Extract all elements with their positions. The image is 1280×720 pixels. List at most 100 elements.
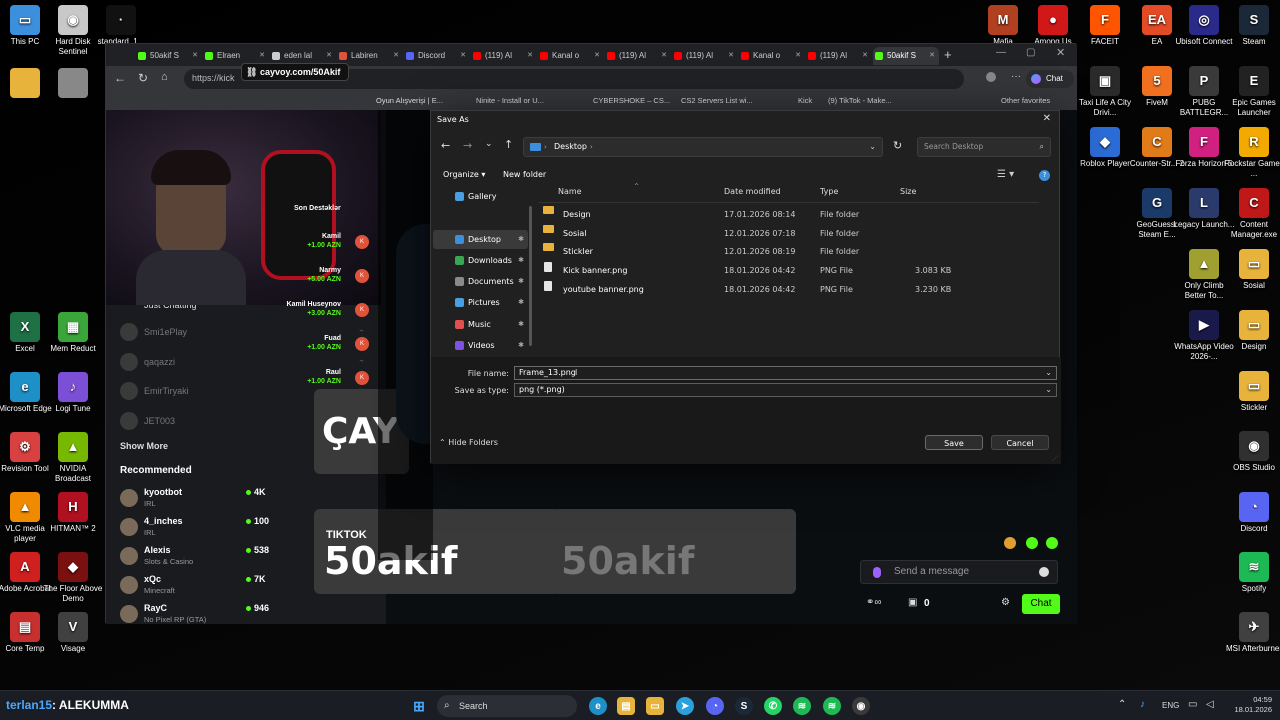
save-type-dropdown-icon[interactable]: ⌄ [1045, 384, 1052, 396]
desktop-icon[interactable]: ▭ Stickler [1223, 371, 1280, 413]
points-icon[interactable]: ▣ [908, 597, 917, 608]
desktop-icon[interactable]: ◉ OBS Studio [1223, 431, 1280, 473]
obs-taskbar-icon[interactable]: ◉ [852, 697, 870, 715]
browser-tab[interactable]: Kanal o ✕ [739, 47, 805, 65]
steam-taskbar-icon[interactable]: S [735, 697, 753, 715]
start-icon[interactable]: ⊞ [410, 697, 428, 715]
file-row[interactable]: Stickler 12.01.2026 08:19 File folder [539, 243, 1019, 261]
network-icon[interactable]: ▭ [1188, 699, 1197, 710]
desktop-icon[interactable]: V Visage [42, 612, 104, 654]
spotify-taskbar-icon[interactable]: ≋ [793, 697, 811, 715]
desktop-icon[interactable]: · standard_1... [90, 5, 152, 47]
tab-close-icon[interactable]: ✕ [192, 47, 198, 65]
file-name-dropdown-icon[interactable]: ⌄ [1045, 367, 1052, 379]
edge-taskbar-icon[interactable]: e [589, 697, 607, 715]
clock[interactable]: 04:59 18.01.2026 [1222, 695, 1272, 715]
nav-item-documents[interactable]: Documents ✱ [433, 272, 528, 291]
close-icon[interactable]: ✕ [1056, 46, 1065, 59]
bookmark-item[interactable]: CS2 Servers List wi... [681, 96, 753, 105]
recent-dropdown-icon[interactable]: ⌄ [485, 139, 493, 149]
discord-taskbar-icon[interactable]: ◔ [706, 697, 724, 715]
desktop-icon[interactable] [42, 68, 104, 100]
desktop-icon[interactable]: ≋ Spotify [1223, 552, 1280, 594]
more-icon[interactable]: ··· [1011, 71, 1021, 82]
file-row[interactable]: Design 17.01.2026 08:14 File folder [539, 206, 1019, 224]
whatsapp-taskbar-icon[interactable]: ✆ [764, 697, 782, 715]
desktop-icon[interactable]: ▭ Sosial [1223, 249, 1280, 291]
back-arrow-icon[interactable]: ← [441, 139, 450, 152]
bookmark-item[interactable]: Kick [798, 96, 812, 105]
nav-item-desktop[interactable]: Desktop ✱ [433, 230, 528, 249]
copilot-chat-button[interactable]: Chat [1026, 70, 1074, 88]
back-icon[interactable]: ← [114, 71, 126, 85]
nav-item-gallery[interactable]: Gallery [433, 187, 528, 206]
file-row[interactable]: Kick banner.png 18.01.2026 04:42 PNG File 3… [539, 262, 1019, 280]
organize-button[interactable]: Organize ▾ [443, 170, 485, 179]
help-icon[interactable]: ? [1039, 170, 1050, 181]
bookmark-item[interactable]: Oyun Alışverişi | E... [376, 96, 443, 105]
show-more-link[interactable]: Show More [120, 441, 168, 451]
desktop-icon[interactable]: ◔ Discord [1223, 492, 1280, 534]
tab-close-icon[interactable]: ✕ [393, 47, 399, 65]
refresh-icon[interactable]: ↻ [893, 139, 902, 152]
view-options-icon[interactable]: ☰ ▾ [997, 169, 1014, 180]
desktop-icon[interactable]: R Rockstar Games ... [1223, 127, 1280, 178]
column-type[interactable]: Type [820, 187, 838, 201]
chat-send-button[interactable]: Chat [1022, 594, 1060, 614]
reload-icon[interactable]: ↻ [138, 71, 148, 85]
browser-tab[interactable]: (119) Al ✕ [605, 47, 671, 65]
spotify-alt-taskbar-icon[interactable]: ≋ [823, 697, 841, 715]
tab-close-icon[interactable]: ✕ [929, 47, 935, 65]
nav-item-downloads[interactable]: Downloads ✱ [433, 251, 528, 270]
desktop-icon[interactable]: ◆ The Floor Above Demo [42, 552, 104, 603]
save-button[interactable]: Save [925, 435, 983, 450]
desktop-icon[interactable]: ✈ MSI Afterburner [1223, 612, 1280, 654]
taskbar-search[interactable]: ⌕ Search [437, 695, 577, 717]
explorer-taskbar-icon[interactable]: ▭ [646, 697, 664, 715]
other-favorites[interactable]: Other favorites [1001, 96, 1050, 105]
home-icon[interactable]: ⌂ [161, 71, 168, 83]
browser-tab[interactable]: Labiren ✕ [337, 47, 403, 65]
maximize-icon[interactable]: ▢ [1026, 47, 1035, 58]
new-tab-button[interactable]: + [944, 47, 952, 62]
nav-item-music[interactable]: Music ✱ [433, 315, 528, 334]
desktop-icon[interactable]: C Content Manager.exe [1223, 188, 1280, 239]
tab-close-icon[interactable]: ✕ [527, 47, 533, 65]
forward-arrow-icon[interactable]: → [463, 139, 472, 152]
desktop-icon[interactable]: ♪ Logi Tune [42, 372, 104, 414]
desktop-icon[interactable]: ▭ Design [1223, 310, 1280, 352]
browser-tab[interactable]: (119) Al ✕ [471, 47, 537, 65]
path-dropdown-icon[interactable]: ⌄ [869, 138, 876, 156]
browser-tab[interactable]: 50akif S ✕ [873, 47, 939, 65]
tray-chevron-icon[interactable]: ⌃ [1118, 699, 1126, 710]
cancel-button[interactable]: Cancel [991, 435, 1049, 450]
language-indicator[interactable]: ENG [1162, 701, 1179, 710]
bookmark-item[interactable]: (9) TikTok - Make... [828, 96, 892, 105]
file-row[interactable]: Sosial 12.01.2026 07:18 File folder [539, 224, 1019, 243]
nav-item-pictures[interactable]: Pictures ✱ [433, 293, 528, 312]
path-breadcrumb[interactable]: › Desktop › ⌄ [523, 137, 883, 157]
chat-message-input[interactable]: Send a message [860, 560, 1058, 584]
desktop-icon[interactable]: ▦ Mem Reduct [42, 312, 104, 354]
chat-settings-icon[interactable]: ⚙ [1001, 597, 1010, 608]
desktop-icon[interactable]: ▲ NVIDIA Broadcast [42, 432, 104, 483]
mic-tray-icon[interactable]: ♪ [1140, 699, 1145, 710]
telegram-taskbar-icon[interactable]: ➤ [676, 697, 694, 715]
desktop-icon[interactable]: E Epic Games Launcher [1223, 66, 1280, 117]
nav-item-videos[interactable]: Videos ✱ [433, 336, 528, 355]
tab-close-icon[interactable]: ✕ [862, 47, 868, 65]
hide-folders-toggle[interactable]: ⌃ Hide Folders [439, 438, 498, 447]
tab-close-icon[interactable]: ✕ [594, 47, 600, 65]
browser-tab[interactable]: 50akif S ✕ [136, 47, 202, 65]
desktop-icon[interactable]: S Steam [1223, 5, 1280, 47]
volume-icon[interactable]: ◁ [1206, 699, 1214, 710]
column-size[interactable]: Size [900, 187, 916, 201]
column-name[interactable]: Name [558, 187, 582, 201]
desktop-icon[interactable]: H HITMAN™ 2 [42, 492, 104, 534]
share-icon[interactable]: ⚭∞ [866, 597, 882, 608]
emote-icon-3[interactable] [1046, 537, 1058, 549]
browser-tab[interactable]: Kanal o ✕ [538, 47, 604, 65]
file-row[interactable]: youtube banner.png 18.01.2026 04:42 PNG Fi… [539, 280, 1019, 299]
emote-icon[interactable] [1004, 537, 1016, 549]
file-name-input[interactable]: Frame_13.png I ⌄ [514, 366, 1057, 380]
